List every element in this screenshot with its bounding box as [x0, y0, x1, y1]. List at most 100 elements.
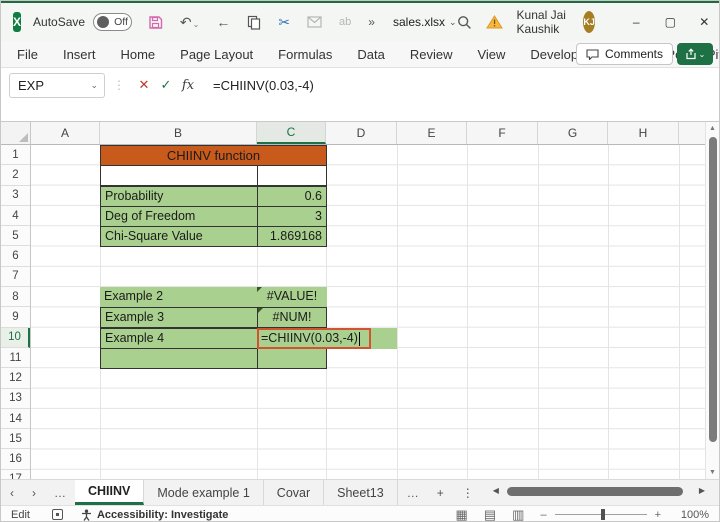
- copy-icon[interactable]: [247, 15, 261, 30]
- more-sheets-icon[interactable]: …: [398, 480, 428, 505]
- zoom-slider-thumb[interactable]: [600, 509, 605, 520]
- confirm-entry-icon[interactable]: ✓: [155, 77, 177, 93]
- cell-b3-probability[interactable]: Probability: [100, 186, 258, 207]
- column-header-e[interactable]: E: [397, 122, 467, 144]
- close-icon[interactable]: ✕: [687, 15, 719, 29]
- tab-view[interactable]: View: [477, 47, 505, 62]
- undo-button[interactable]: ↶ ⌄: [180, 15, 199, 29]
- file-name[interactable]: sales.xlsx ⌄: [393, 15, 457, 29]
- cell-b8-example2[interactable]: Example 2: [100, 287, 258, 308]
- column-header-f[interactable]: F: [467, 122, 538, 144]
- row-header[interactable]: 8: [1, 287, 30, 308]
- cell-b5-chi[interactable]: Chi-Square Value: [100, 226, 258, 247]
- sheet-tab-chiinv[interactable]: CHIINV: [75, 480, 145, 505]
- sheet-tab-sheet13[interactable]: Sheet13: [324, 480, 398, 505]
- comments-button[interactable]: Comments: [575, 43, 673, 65]
- row-header[interactable]: 4: [1, 206, 30, 227]
- cut-icon[interactable]: ✂: [278, 15, 290, 29]
- zoom-out-icon[interactable]: –: [540, 509, 546, 521]
- normal-view-icon[interactable]: ▦: [456, 507, 468, 522]
- zoom-slider[interactable]: [554, 509, 647, 520]
- column-header-g[interactable]: G: [538, 122, 608, 144]
- row-header[interactable]: 3: [1, 186, 30, 206]
- sheet-nav-left-icon[interactable]: ‹: [1, 480, 23, 505]
- cell-c8-value-error[interactable]: #VALUE!: [257, 287, 327, 308]
- cell-b11[interactable]: [100, 348, 258, 369]
- new-sheet-icon[interactable]: +: [428, 480, 453, 505]
- tab-home[interactable]: Home: [120, 47, 155, 62]
- cell-c5-chi-value[interactable]: 1.869168: [257, 226, 327, 247]
- scroll-right-icon[interactable]: ▶: [699, 486, 705, 495]
- row-header[interactable]: 16: [1, 449, 30, 470]
- column-header-d[interactable]: D: [326, 122, 397, 144]
- name-box[interactable]: EXP ⌄: [9, 72, 105, 98]
- row-header[interactable]: 7: [1, 267, 30, 288]
- row-header[interactable]: 2: [1, 165, 30, 186]
- cell-b1-title[interactable]: CHIINV function: [100, 145, 327, 166]
- row-header[interactable]: 1: [1, 145, 30, 166]
- cell-c9-num-error[interactable]: #NUM!: [257, 307, 327, 328]
- insert-function-icon[interactable]: fx: [177, 78, 199, 93]
- tab-page-layout[interactable]: Page Layout: [180, 47, 253, 62]
- scroll-down-icon[interactable]: ▼: [706, 469, 719, 476]
- sheet-list-ellipsis-icon[interactable]: …: [45, 480, 75, 505]
- accessibility-status[interactable]: Accessibility: Investigate: [81, 509, 228, 521]
- cells-area[interactable]: CHIINV function Probability 0.6 Deg of F…: [31, 145, 705, 479]
- tab-review[interactable]: Review: [410, 47, 453, 62]
- maximize-icon[interactable]: ▢: [653, 15, 687, 29]
- cell-b2[interactable]: [100, 165, 258, 186]
- row-header[interactable]: 17: [1, 470, 30, 479]
- zoom-level[interactable]: 100%: [677, 509, 709, 521]
- scroll-left-icon[interactable]: ◀: [493, 486, 499, 495]
- cell-b10-example4[interactable]: Example 4: [100, 328, 258, 349]
- warning-icon[interactable]: [485, 15, 503, 29]
- row-header[interactable]: 9: [1, 307, 30, 328]
- save-icon[interactable]: [148, 15, 163, 30]
- cell-c2[interactable]: [257, 165, 327, 186]
- tab-formulas[interactable]: Formulas: [278, 47, 332, 62]
- sheet-tab-covar[interactable]: Covar: [264, 480, 325, 505]
- email-icon[interactable]: [307, 16, 322, 28]
- minimize-icon[interactable]: –: [619, 15, 653, 29]
- sheet-options-kebab-icon[interactable]: ⋮: [453, 480, 483, 505]
- row-header[interactable]: 14: [1, 409, 30, 430]
- page-layout-view-icon[interactable]: ▤: [484, 507, 496, 522]
- column-header-a[interactable]: A: [31, 122, 100, 144]
- page-break-view-icon[interactable]: ▥: [512, 507, 524, 522]
- cell-c3-probability-value[interactable]: 0.6: [257, 186, 327, 207]
- sheet-tab-mode-example-1[interactable]: Mode example 1: [144, 480, 264, 505]
- row-header[interactable]: 5: [1, 226, 30, 247]
- scroll-up-icon[interactable]: ▲: [706, 125, 719, 132]
- user-name[interactable]: Kunal Jai Kaushik: [517, 8, 570, 36]
- row-header[interactable]: 10: [1, 327, 30, 348]
- tab-insert[interactable]: Insert: [63, 47, 96, 62]
- cell-b9-example3[interactable]: Example 3: [100, 307, 258, 328]
- vertical-scrollbar[interactable]: ▲ ▼: [705, 122, 719, 479]
- more-commands-icon[interactable]: »: [368, 16, 375, 28]
- row-header[interactable]: 6: [1, 246, 30, 267]
- macro-record-icon[interactable]: [51, 509, 63, 520]
- sheet-nav-right-icon[interactable]: ›: [23, 480, 45, 505]
- column-header-h[interactable]: H: [608, 122, 679, 144]
- row-header[interactable]: 13: [1, 389, 30, 409]
- column-header-b[interactable]: B: [100, 122, 257, 144]
- column-header-c[interactable]: C: [257, 122, 326, 144]
- share-button[interactable]: ⌄: [677, 43, 713, 65]
- vertical-scroll-thumb[interactable]: [709, 137, 717, 442]
- tab-file[interactable]: File: [17, 47, 38, 62]
- cell-c4-dof-value[interactable]: 3: [257, 206, 327, 227]
- cell-c11[interactable]: [257, 348, 327, 369]
- zoom-in-icon[interactable]: +: [655, 509, 661, 521]
- horizontal-scroll-thumb[interactable]: [506, 487, 683, 496]
- select-all-button[interactable]: [1, 122, 31, 145]
- horizontal-scrollbar[interactable]: ◀ ▶: [493, 485, 713, 500]
- tab-data[interactable]: Data: [357, 47, 384, 62]
- row-header[interactable]: 11: [1, 348, 30, 369]
- cancel-entry-icon[interactable]: ✕: [133, 77, 155, 93]
- formula-input[interactable]: =CHIINV(0.03,-4): [213, 78, 314, 93]
- cell-c10-editing[interactable]: =CHIINV(0.03,-4): [257, 328, 371, 349]
- cell-b4-dof[interactable]: Deg of Freedom: [100, 206, 258, 227]
- excel-logo-icon[interactable]: X: [13, 12, 22, 32]
- row-header[interactable]: 12: [1, 368, 30, 389]
- avatar[interactable]: KJ: [583, 11, 596, 33]
